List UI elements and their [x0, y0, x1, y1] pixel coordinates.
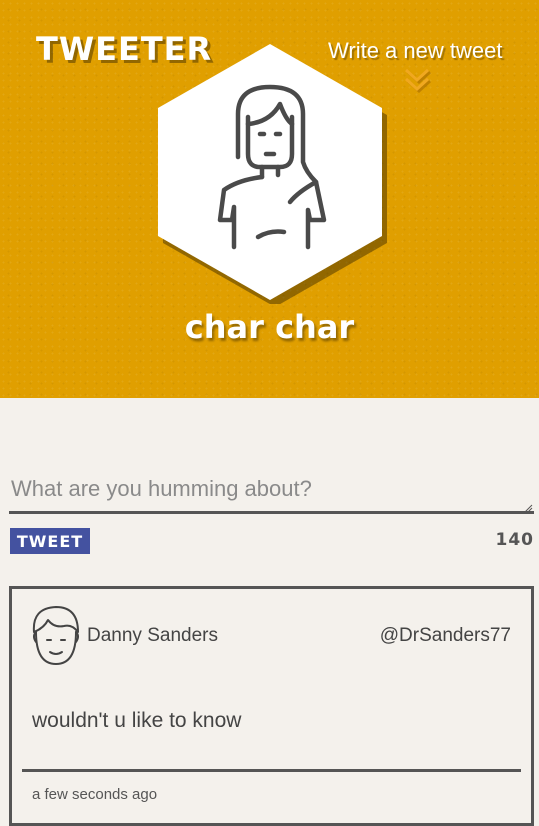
tweet-text: wouldn't u like to know [32, 709, 242, 732]
profile-avatar [158, 44, 387, 304]
tweet-card: Danny Sanders @DrSanders77 wouldn't u li… [9, 586, 534, 826]
double-chevron-down-icon[interactable] [400, 66, 434, 100]
tweet-author-name[interactable]: Danny Sanders [87, 625, 218, 647]
tweet-author-handle[interactable]: @DrSanders77 [380, 625, 511, 647]
tweet-button[interactable]: TWEET [10, 528, 90, 554]
resize-grip-icon[interactable] [524, 504, 533, 513]
tweet-divider [22, 769, 521, 772]
tweet-timestamp: a few seconds ago [32, 786, 158, 803]
profile-header: TWEETER Write a new tweet char char [0, 0, 539, 398]
profile-name: char char [184, 308, 355, 346]
tweet-input[interactable] [9, 466, 534, 514]
person-short-hair-icon [32, 606, 79, 665]
character-counter: 140 [495, 530, 534, 550]
